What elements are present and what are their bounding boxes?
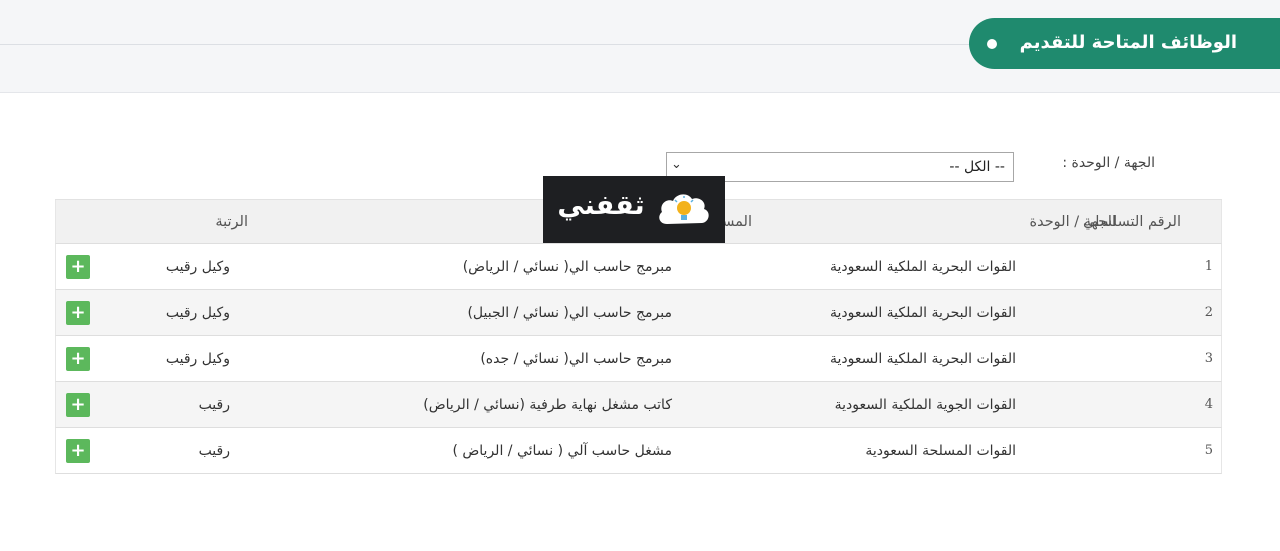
unit-filter-label: الجهة / الوحدة :	[1062, 155, 1155, 171]
lightbulb-cloud-icon	[659, 194, 709, 224]
table-row: 3 القوات البحرية الملكية السعودية مبرمج …	[55, 336, 1222, 382]
job-title-cell: مشغل حاسب آلي ( نسائي / الرياض )	[452, 442, 672, 459]
rank-cell: وكيل رقيب	[165, 304, 230, 321]
job-title-cell: مبرمج حاسب الي( نسائي / الرياض)	[462, 258, 672, 275]
unit-filter-value: -- الكل --	[949, 159, 1005, 175]
job-title-cell: مبرمج حاسب الي( نسائي / جده)	[480, 350, 672, 367]
bullet-dot-icon	[987, 39, 997, 49]
rank-cell: وكيل رقيب	[165, 350, 230, 367]
serial-cell: 5	[1204, 443, 1213, 458]
apply-plus-button[interactable]: +	[66, 301, 90, 325]
table-row: 4 القوات الجوية الملكية السعودية كاتب مش…	[55, 382, 1222, 428]
chevron-down-icon: ⌄	[671, 157, 682, 172]
col-header-rank: الرتبة	[215, 213, 248, 230]
apply-plus-button[interactable]: +	[66, 347, 90, 371]
job-title-cell: كاتب مشغل نهاية طرفية (نسائي / الرياض)	[423, 396, 672, 413]
table-row: 2 القوات البحرية الملكية السعودية مبرمج …	[55, 290, 1222, 336]
table-row: 1 القوات البحرية الملكية السعودية مبرمج …	[55, 244, 1222, 290]
serial-cell: 3	[1204, 351, 1213, 366]
unit-cell: القوات البحرية الملكية السعودية	[829, 350, 1016, 367]
serial-cell: 4	[1204, 397, 1213, 412]
rank-cell: رقيب	[198, 396, 230, 413]
watermark-logo: ثقفني	[543, 176, 725, 243]
apply-plus-button[interactable]: +	[66, 439, 90, 463]
col-header-unit: الجهة / الوحدة	[1029, 213, 1116, 230]
unit-cell: القوات المسلحة السعودية	[865, 442, 1016, 459]
unit-cell: القوات البحرية الملكية السعودية	[829, 304, 1016, 321]
page-title: الوظائف المتاحة للتقديم	[1019, 32, 1237, 53]
rank-cell: وكيل رقيب	[165, 258, 230, 275]
table-row: 5 القوات المسلحة السعودية مشغل حاسب آلي …	[55, 428, 1222, 474]
rank-cell: رقيب	[198, 442, 230, 459]
serial-cell: 2	[1204, 305, 1213, 320]
apply-plus-button[interactable]: +	[66, 255, 90, 279]
job-title-cell: مبرمج حاسب الي( نسائي / الجبيل)	[467, 304, 672, 321]
unit-cell: القوات الجوية الملكية السعودية	[834, 396, 1016, 413]
logo-text: ثقفني	[557, 190, 645, 221]
serial-cell: 1	[1204, 259, 1213, 274]
page-title-tab: الوظائف المتاحة للتقديم	[969, 18, 1280, 69]
apply-plus-button[interactable]: +	[66, 393, 90, 417]
unit-cell: القوات البحرية الملكية السعودية	[829, 258, 1016, 275]
